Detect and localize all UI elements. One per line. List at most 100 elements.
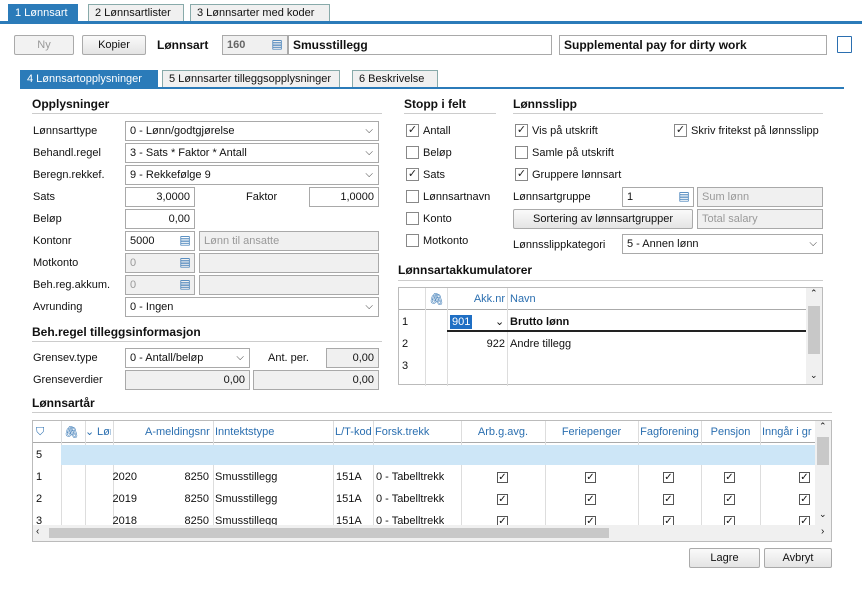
faktor-field[interactable]: 1,0000 <box>309 187 379 207</box>
col-header[interactable]: L/T-kod <box>335 422 371 442</box>
grenseverdi-2-field[interactable]: 0,00 <box>253 370 379 390</box>
vis-pa-utskrift-checkbox[interactable]: ✓ <box>515 124 528 137</box>
lookup-icon[interactable]: ▤ <box>268 36 286 54</box>
filter-icon[interactable]: ⛉ <box>36 422 44 442</box>
chevron-up-icon[interactable]: ⌃ <box>810 288 818 299</box>
col-header[interactable]: Inngår i gr <box>762 422 813 442</box>
new-row-number: 5 <box>36 449 43 461</box>
tab-lonnsarter-med-koder[interactable]: 3 Lønnsarter med koder <box>190 4 330 21</box>
vertical-scrollbar[interactable]: ⌃ ⌄ <box>815 421 831 525</box>
stopp-checkbox[interactable]: ✓ <box>406 168 419 181</box>
scroll-thumb[interactable] <box>49 528 609 538</box>
scroll-thumb[interactable] <box>808 306 820 354</box>
col-header[interactable]: A-meldingsnr <box>145 422 211 442</box>
horizontal-scrollbar[interactable]: ‹ › <box>33 525 831 541</box>
chevron-down-icon[interactable]: ⌄ <box>495 312 504 332</box>
belop-field[interactable]: 0,00 <box>125 209 195 229</box>
col-header[interactable]: Inntektstype <box>215 422 331 442</box>
col-akk-nr[interactable]: Akk.nr <box>447 289 505 309</box>
lonnsslippkategori-value: 5 - Annen lønn <box>627 238 699 250</box>
a-meldingsnr-cell: 8250 <box>184 471 209 483</box>
avrunding-select[interactable]: 0 - Ingen ⌵ <box>125 297 379 317</box>
grenseverdi-1-field[interactable]: 0,00 <box>125 370 250 390</box>
note-icon[interactable] <box>837 36 852 53</box>
col-header[interactable]: Forsk.trekk <box>375 422 459 442</box>
stopp-checkbox[interactable]: ✓ <box>406 124 419 137</box>
lonnsarttype-select[interactable]: 0 - Lønn/godtgjørelse ⌵ <box>125 121 379 141</box>
row-checkbox[interactable]: ✓ <box>497 472 508 483</box>
samle-pa-utskrift-label: Samle på utskrift <box>532 147 614 159</box>
col-header[interactable]: Fagforening <box>640 422 699 442</box>
row-checkbox[interactable]: ✓ <box>585 494 596 505</box>
new-row[interactable] <box>61 445 815 465</box>
stopp-checkbox[interactable] <box>406 190 419 203</box>
col-header[interactable]: Lønnsår <box>97 422 111 442</box>
motkonto-label: Motkonto <box>33 257 79 269</box>
copy-button[interactable]: Kopier <box>82 35 146 55</box>
lookup-icon[interactable]: ▤ <box>675 188 693 206</box>
col-sep <box>545 421 546 525</box>
row-checkbox[interactable]: ✓ <box>663 472 674 483</box>
chevron-right-icon[interactable]: › <box>821 526 824 537</box>
row-number: 1 <box>402 316 409 328</box>
cancel-button[interactable]: Avbryt <box>764 548 832 568</box>
row-checkbox[interactable]: ✓ <box>724 494 735 505</box>
samle-pa-utskrift-checkbox[interactable] <box>515 146 528 159</box>
total-salary-description: Total salary <box>697 209 823 229</box>
faktor-label: Faktor <box>246 191 278 203</box>
stopp-checkbox[interactable] <box>406 146 419 159</box>
chevron-down-icon[interactable]: ⌄ <box>819 509 827 520</box>
col-navn[interactable]: Navn <box>510 289 536 309</box>
row-number: 3 <box>402 360 409 372</box>
chevron-down-icon: ⌵ <box>236 352 244 363</box>
col-header[interactable]: Arb.g.avg. <box>463 422 543 442</box>
lonnsart-name-field[interactable]: Smusstillegg <box>288 35 552 55</box>
sats-field[interactable]: 3,0000 <box>125 187 195 207</box>
col-header[interactable]: Feriepenger <box>547 422 636 442</box>
row-checkbox[interactable]: ✓ <box>585 472 596 483</box>
col-sep <box>638 421 639 525</box>
sort-chevron-icon[interactable]: ⌄ <box>85 422 94 442</box>
lonnsart-label: Lønnsart <box>157 38 209 52</box>
behandl-regel-select[interactable]: 3 - Sats * Faktor * Antall ⌵ <box>125 143 379 163</box>
sortering-lonnsartgrupper-button[interactable]: Sortering av lønnsartgrupper <box>513 209 693 229</box>
stopp-label: Motkonto <box>423 235 469 247</box>
row-checkbox[interactable]: ✓ <box>663 494 674 505</box>
tab-lonnsart[interactable]: 1 Lønnsart <box>8 4 78 21</box>
lookup-icon[interactable]: ▤ <box>176 232 194 250</box>
lonnsslippkategori-select[interactable]: 5 - Annen lønn ⌵ <box>622 234 823 254</box>
grensev-type-select[interactable]: 0 - Antall/beløp ⌵ <box>125 348 250 368</box>
lookup-icon[interactable]: ▤ <box>176 276 194 294</box>
chevron-down-icon[interactable]: ⌄ <box>810 370 818 381</box>
row-checkbox[interactable]: ✓ <box>724 472 735 483</box>
divider <box>32 113 382 114</box>
forsk-trekk-cell: 0 - Tabelltrekk <box>376 493 445 505</box>
beregn-rekkef-select[interactable]: 9 - Rekkefølge 9 ⌵ <box>125 165 379 185</box>
row-checkbox[interactable]: ✓ <box>799 494 810 505</box>
chevron-up-icon[interactable]: ⌃ <box>819 421 827 432</box>
lookup-icon[interactable]: ▤ <box>176 254 194 272</box>
chevron-left-icon[interactable]: ‹ <box>36 526 39 537</box>
skriv-fritekst-checkbox[interactable]: ✓ <box>674 124 687 137</box>
new-button[interactable]: Ny <box>14 35 74 55</box>
gruppere-lonnsart-checkbox[interactable]: ✓ <box>515 168 528 181</box>
scroll-thumb[interactable] <box>817 437 829 465</box>
row-checkbox[interactable]: ✓ <box>497 494 508 505</box>
tab-tilleggsopplysninger[interactable]: 5 Lønnsarter tilleggsopplysninger <box>162 70 340 87</box>
save-button[interactable]: Lagre <box>689 548 760 568</box>
divider <box>32 412 832 413</box>
tab-beskrivelse[interactable]: 6 Beskrivelse <box>352 70 438 87</box>
tab-lonnsartopplysninger[interactable]: 4 Lønnsartopplysninger <box>20 70 158 87</box>
row-number: 1 <box>36 471 43 483</box>
akk-nr-field[interactable]: 901 <box>450 315 473 329</box>
col-header[interactable]: Pensjon <box>703 422 758 442</box>
col-sep <box>373 421 374 525</box>
tab-lonnsartlister[interactable]: 2 Lønnsartlister <box>88 4 184 21</box>
row-checkbox[interactable]: ✓ <box>799 472 810 483</box>
stopp-checkbox[interactable] <box>406 234 419 247</box>
ant-per-field[interactable]: 0,00 <box>326 348 379 368</box>
vertical-scrollbar[interactable]: ⌃ ⌄ <box>806 288 822 384</box>
lonnsart-english-field[interactable]: Supplemental pay for dirty work <box>559 35 827 55</box>
stopp-checkbox[interactable] <box>406 212 419 225</box>
tillegg-heading: Beh.regel tilleggsinformasjon <box>32 325 201 339</box>
